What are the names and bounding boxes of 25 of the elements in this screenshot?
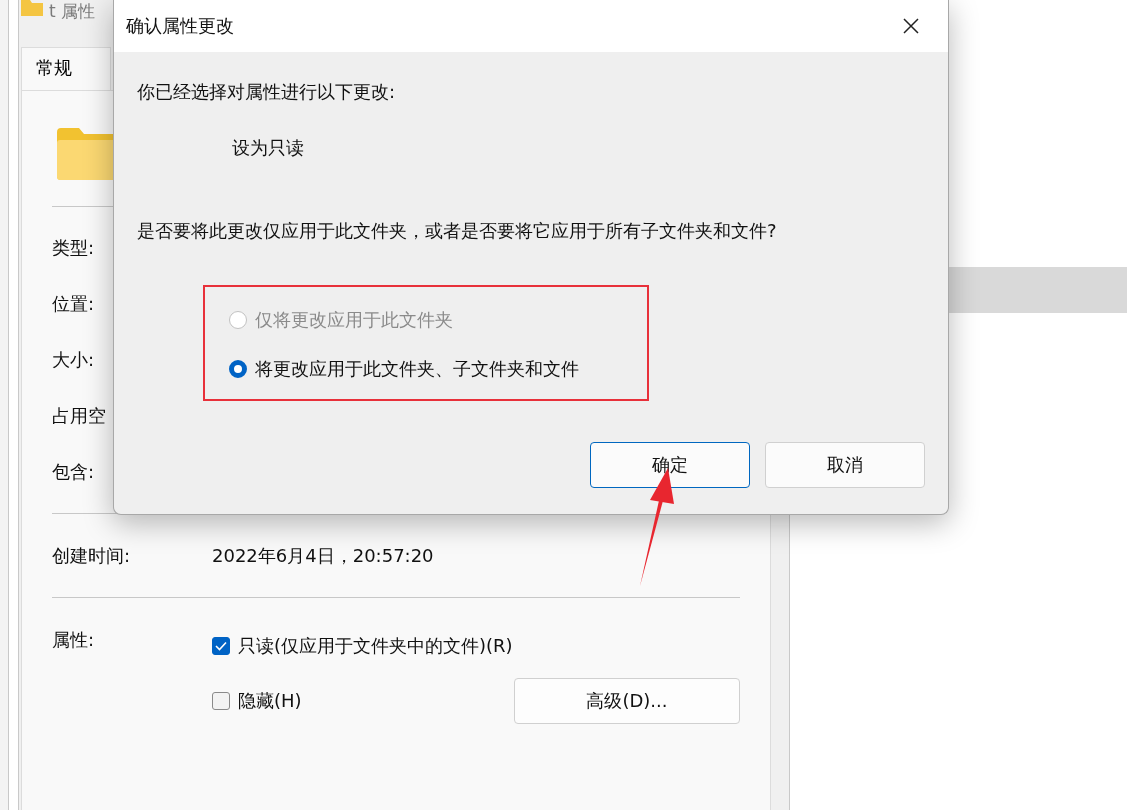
checkbox[interactable]: 只读(仅应用于文件夹中的文件)(R) [212,628,740,664]
question-text: 是否要将此更改仅应用于此文件夹，或者是否要将它应用于所有子文件夹和文件? [137,219,778,243]
dialog-button[interactable]: 取消 [765,442,925,488]
field-label: 创建时间: [52,543,132,568]
checkbox-box[interactable] [212,637,230,655]
change-text: 设为只读 [232,136,305,160]
close-icon [902,17,920,35]
window-title: t 属性 [49,0,96,22]
field-label: 包含: [52,460,96,484]
checkbox-box[interactable] [212,692,230,710]
created-time-value: 2022年6月4日，20:57:20 [212,543,434,568]
field-label: 属性: [52,628,96,652]
radio-button[interactable] [229,359,247,378]
folder-icon [21,0,43,16]
dialog-title: 确认属性更改 [126,14,235,38]
tab[interactable]: 常规 [21,47,111,90]
checkbox[interactable]: 隐藏(H) [212,683,302,719]
field-label: 位置: [52,292,96,316]
field-label: 占用空 [52,404,107,428]
advanced-button[interactable]: 高级(D)... [514,678,740,724]
intro-text: 你已经选择对属性进行以下更改: [137,80,397,104]
radio-option[interactable]: 将更改应用于此文件夹、子文件夹和文件 [229,356,925,381]
dialog-button[interactable]: 确定 [590,442,750,488]
field-label: 大小: [52,348,96,372]
field-label: 类型: [52,236,96,260]
